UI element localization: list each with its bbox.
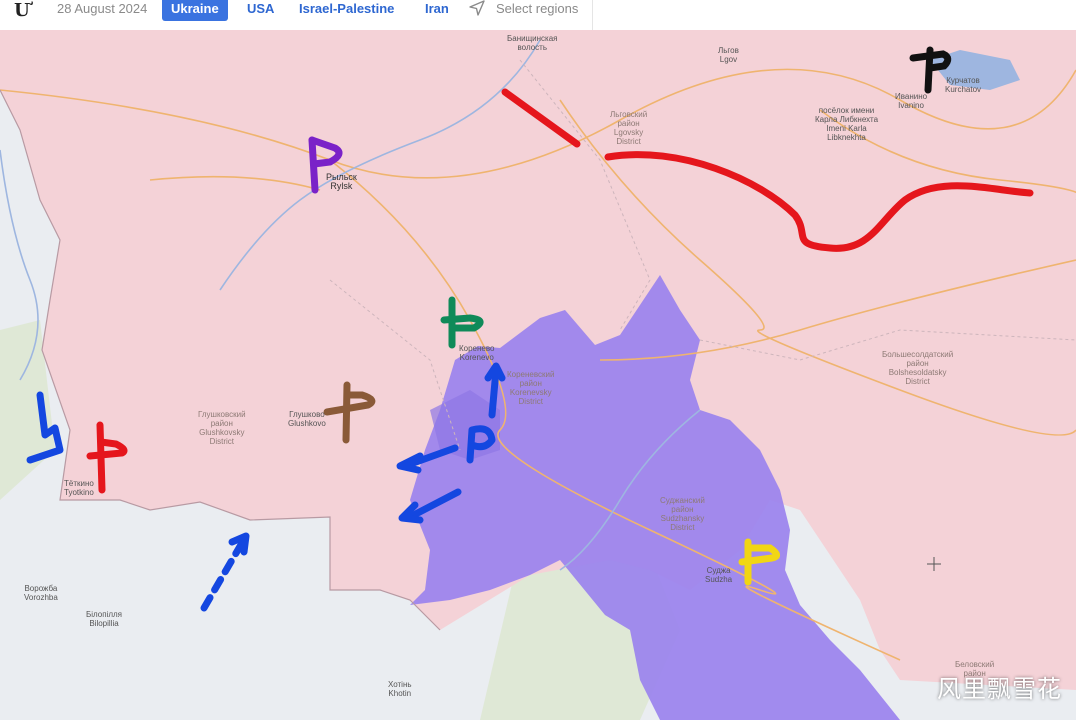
place-label-khotin: Хотінь Khotin (388, 680, 412, 698)
place-label-rylsk: Рыльск Rylsk (326, 172, 357, 191)
map-view[interactable]: Банищинская волость Льгов Lgov Курчатов Kur… (0, 30, 1076, 720)
site-logo[interactable]: Ư (14, 0, 30, 21)
select-regions-button[interactable]: Select regions (468, 0, 578, 17)
place-label-ivanino: Иванино Ivanino (895, 92, 928, 110)
place-label-korenevo: Коренево Korenevo (459, 344, 495, 362)
district-label-glushkovsky: Глушковский район Glushkovsky District (198, 410, 246, 446)
place-label-bachinskaya: Банищинская волость (507, 34, 558, 52)
place-label-sudzha: Суджа Sudzha (705, 566, 733, 584)
district-label-sudzhansky: Суджанский район Sudzhansky District (660, 496, 705, 532)
watermark: 风里飘雪花 (937, 675, 1062, 703)
toolbar-divider (592, 0, 593, 30)
tab-ukraine[interactable]: Ukraine (162, 0, 228, 21)
top-toolbar: Ư 28 August 2024 Ukraine USA Israel-Pale… (0, 0, 1076, 30)
place-label-vorozhba: Ворожба Vorozhba (24, 584, 58, 602)
tab-usa[interactable]: USA (247, 0, 274, 21)
district-label-korenevsky: Кореневский район Korenevsky District (507, 370, 555, 406)
place-label-glushkovo: Глушково Glushkovo (288, 410, 326, 428)
tab-israel-palestine[interactable]: Israel-Palestine (299, 0, 394, 21)
district-label-bolshesoldatsky: Большесолдатский район Bolshesoldatsky Dis… (882, 350, 954, 386)
select-regions-label: Select regions (496, 0, 579, 16)
date-label: 28 August 2024 (57, 1, 148, 16)
district-label-lgovsky: Льговский район Lgovsky District (610, 110, 648, 146)
navigation-arrow-icon (469, 0, 485, 16)
place-label-imeni-karla: посёлок имени Карла Либкнехта Imeni Karla… (815, 106, 879, 142)
place-label-kurchatov: Курчатов Kurchatov (945, 76, 982, 94)
tab-iran[interactable]: Iran (425, 0, 449, 21)
place-label-bilopillia: Білопілля Bilopillia (86, 610, 123, 628)
place-label-tetkino: Тёткино Tyotkino (64, 479, 94, 497)
place-label-lgov: Льгов Lgov (718, 46, 739, 64)
